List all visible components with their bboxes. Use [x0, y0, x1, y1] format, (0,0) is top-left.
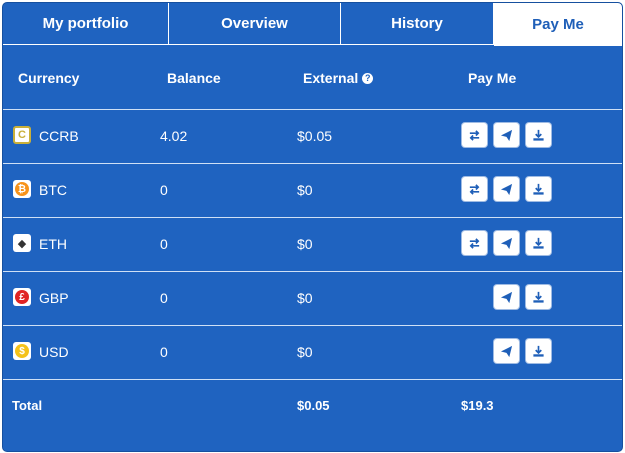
help-icon[interactable]: ?	[362, 72, 374, 84]
exchange-button[interactable]	[462, 123, 487, 147]
send-button[interactable]	[494, 123, 519, 147]
exchange-icon	[469, 237, 480, 249]
receive-button[interactable]	[526, 339, 551, 363]
pound-glyph: £	[15, 290, 29, 304]
table-row: ₿ BTC 0 $0	[3, 164, 622, 218]
tab-history[interactable]: History	[341, 3, 494, 45]
download-icon	[533, 345, 544, 357]
currency-name: BTC	[39, 182, 67, 198]
balance-value: 4.02	[160, 128, 188, 144]
send-icon	[500, 129, 513, 141]
exchange-button[interactable]	[462, 177, 487, 201]
header-balance: Balance	[167, 70, 221, 86]
table-row: C CCRB 4.02 $0.05	[3, 110, 622, 164]
send-button[interactable]	[494, 285, 519, 309]
pound-icon: £	[13, 288, 31, 306]
external-value: $0	[297, 290, 313, 306]
table-row: £ GBP 0 $0	[3, 272, 622, 326]
external-value: $0	[297, 182, 313, 198]
receive-button[interactable]	[526, 285, 551, 309]
external-value: $0	[297, 236, 313, 252]
balance-value: 0	[160, 290, 168, 306]
send-button[interactable]	[494, 339, 519, 363]
bitcoin-glyph: ₿	[15, 182, 29, 196]
receive-button[interactable]	[526, 177, 551, 201]
dollar-icon: $	[13, 342, 31, 360]
exchange-icon	[469, 183, 480, 195]
total-pay-me: $19.3	[461, 398, 494, 413]
ethereum-icon: ◆	[13, 234, 31, 252]
pay-me-panel: My portfolio Overview History Pay Me Cur…	[2, 2, 623, 452]
external-value: $0	[297, 344, 313, 360]
balance-value: 0	[160, 182, 168, 198]
send-icon	[500, 183, 513, 195]
total-external: $0.05	[297, 398, 330, 413]
header-external: External ?	[303, 70, 374, 86]
tab-pay-me[interactable]: Pay Me	[494, 3, 622, 46]
currency-name: CCRB	[39, 128, 79, 144]
total-row: Total $0.05 $19.3	[3, 380, 622, 430]
send-button[interactable]	[494, 177, 519, 201]
table-row: ◆ ETH 0 $0	[3, 218, 622, 272]
send-icon	[500, 291, 513, 303]
balance-value: 0	[160, 344, 168, 360]
exchange-button[interactable]	[462, 231, 487, 255]
header-external-label: External	[303, 70, 359, 86]
table-header: Currency Balance External ? Pay Me	[3, 46, 622, 110]
bitcoin-icon: ₿	[13, 180, 31, 198]
exchange-icon	[469, 129, 480, 141]
download-icon	[533, 291, 544, 303]
send-icon	[500, 237, 513, 249]
currency-name: ETH	[39, 236, 67, 252]
download-icon	[533, 129, 544, 141]
dollar-glyph: $	[15, 344, 29, 358]
header-currency: Currency	[18, 70, 80, 86]
tab-overview[interactable]: Overview	[169, 3, 341, 45]
ccrb-icon: C	[13, 126, 31, 144]
receive-button[interactable]	[526, 123, 551, 147]
header-pay-me: Pay Me	[468, 70, 517, 86]
download-icon	[533, 237, 544, 249]
receive-button[interactable]	[526, 231, 551, 255]
table-row: $ USD 0 $0	[3, 326, 622, 380]
currency-name: GBP	[39, 290, 69, 306]
total-label: Total	[12, 398, 43, 413]
currency-name: USD	[39, 344, 69, 360]
download-icon	[533, 183, 544, 195]
balance-value: 0	[160, 236, 168, 252]
send-button[interactable]	[494, 231, 519, 255]
send-icon	[500, 345, 513, 357]
tab-bar: My portfolio Overview History Pay Me	[3, 3, 622, 46]
external-value: $0.05	[297, 128, 333, 144]
tab-my-portfolio[interactable]: My portfolio	[3, 3, 169, 45]
